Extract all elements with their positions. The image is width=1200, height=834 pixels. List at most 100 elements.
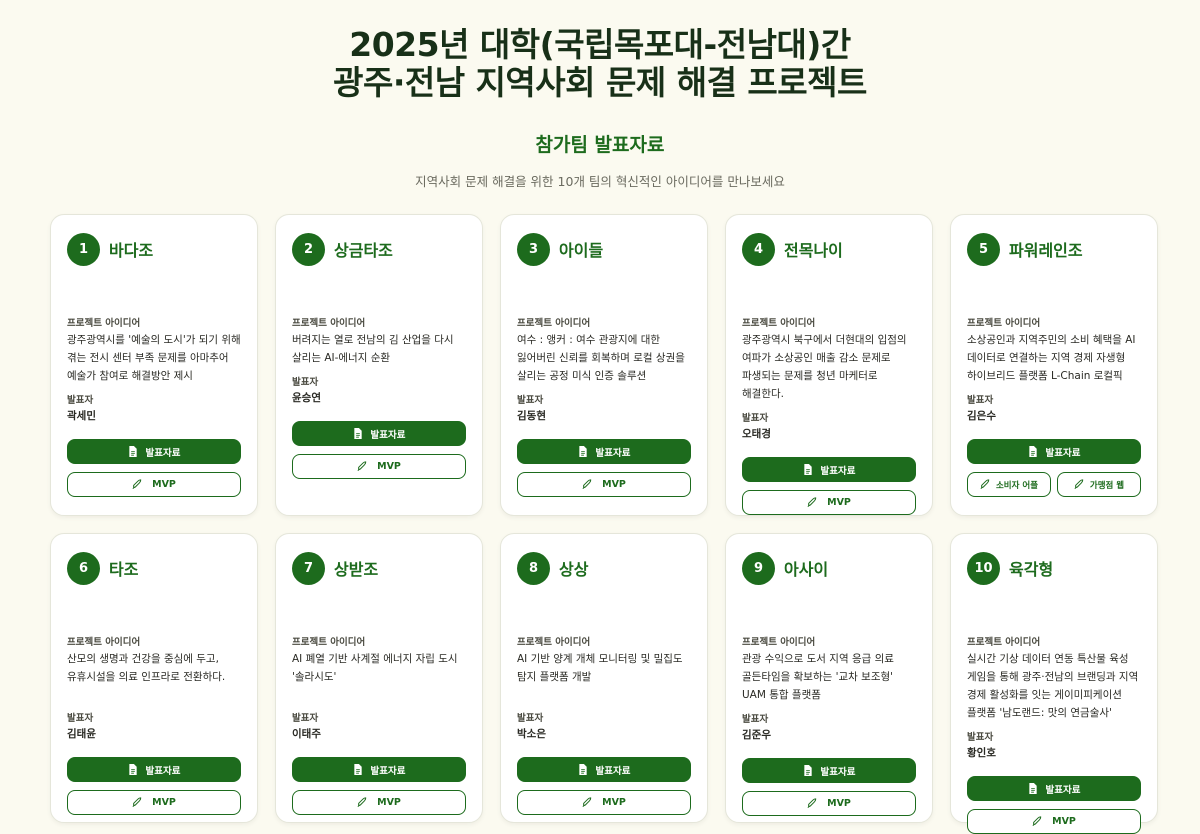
slides-button[interactable]: 발표자료	[742, 457, 916, 482]
mvp-button-label: MVP	[152, 479, 176, 490]
team-number-badge: 7	[292, 551, 325, 585]
document-icon	[578, 446, 588, 457]
team-name: 바다조	[109, 241, 154, 260]
idea-label: 프로젝트 아이디어	[742, 318, 816, 329]
idea-label: 프로젝트 아이디어	[67, 637, 141, 648]
team-number-badge: 9	[742, 551, 775, 585]
slides-button[interactable]: 발표자료	[67, 757, 241, 782]
team-card: 2 상금타조 프로젝트 아이디어 버려지는 열로 전남의 김 산업을 다시 살리…	[275, 214, 483, 516]
page-description: 지역사회 문제 해결을 위한 10개 팀의 혁신적인 아이디어를 만나보세요	[415, 174, 785, 189]
presenter-label: 발표자	[67, 395, 94, 406]
mvp-merchant-web-label: 가맹점 웹	[1089, 480, 1125, 491]
slides-button-label: 발표자료	[820, 465, 856, 477]
rocket-icon	[980, 479, 990, 490]
presenter-label: 발표자	[742, 413, 769, 424]
slides-button-label: 발표자료	[595, 765, 631, 777]
card-header: 5 파워레인조	[967, 232, 1141, 266]
presenter-name: 황인호	[967, 747, 996, 759]
document-icon	[128, 764, 138, 775]
slides-button[interactable]: 발표자료	[292, 421, 466, 446]
rocket-icon	[807, 497, 817, 508]
presenter-label: 발표자	[517, 395, 544, 406]
mvp-merchant-web-button[interactable]: 가맹점 웹	[1057, 472, 1141, 497]
slides-button-label: 발표자료	[595, 447, 631, 459]
slides-button[interactable]: 발표자료	[517, 757, 691, 782]
team-name: 육각형	[1009, 560, 1054, 579]
rocket-icon	[1032, 816, 1042, 827]
team-card: 9 아사이 프로젝트 아이디어 관광 수익으로 도서 지역 응급 의료 골든타임…	[725, 533, 933, 823]
idea-text: 관광 수익으로 도서 지역 응급 의료 골든타임을 확보하는 '교차 보조형' …	[742, 653, 894, 701]
idea-text: AI 폐열 기반 사계절 에너지 자립 도시 '솔라시도'	[292, 653, 458, 683]
page-header: 2025년 대학(국립목포대-전남대)간 광주·전남 지역사회 문제 해결 프로…	[0, 26, 1200, 190]
presenter-label: 발표자	[292, 377, 319, 388]
presenter-label: 발표자	[67, 713, 94, 724]
mvp-button[interactable]: MVP	[292, 454, 466, 479]
card-header: 3 아이들	[517, 232, 691, 266]
mvp-consumer-app-button[interactable]: 소비자 어플	[967, 472, 1051, 497]
presenter-name: 김은수	[967, 410, 996, 422]
team-name: 타조	[109, 560, 139, 579]
mvp-button[interactable]: MVP	[967, 809, 1141, 834]
mvp-button[interactable]: MVP	[67, 472, 241, 497]
team-number-badge: 3	[517, 232, 550, 266]
idea-text: 실시간 기상 데이터 연동 특산물 육성 게임을 통해 광주·전남의 브랜딩과 …	[967, 653, 1139, 719]
slides-button[interactable]: 발표자료	[67, 439, 241, 464]
team-grid: 1 바다조 프로젝트 아이디어 광주광역시를 '예술의 도시'가 되기 위해 겪…	[50, 214, 1158, 834]
slides-button[interactable]: 발표자료	[742, 758, 916, 783]
card-header: 7 상받조	[292, 551, 466, 585]
mvp-button-label: MVP	[602, 479, 626, 490]
presenter-name: 곽세민	[67, 410, 96, 422]
presenter-name: 박소은	[517, 728, 546, 740]
idea-label: 프로젝트 아이디어	[292, 637, 366, 648]
slides-button[interactable]: 발표자료	[967, 439, 1141, 464]
page-title-line1: 2025년 대학(국립목포대-전남대)간	[349, 25, 851, 64]
team-name: 아사이	[784, 560, 829, 579]
team-name: 상상	[559, 560, 589, 579]
idea-label: 프로젝트 아이디어	[742, 637, 816, 648]
presenter-label: 발표자	[967, 395, 994, 406]
presenter-name: 오태경	[742, 428, 771, 440]
mvp-button[interactable]: MVP	[742, 791, 916, 816]
presenter-name: 김준우	[742, 729, 771, 741]
mvp-button-label: MVP	[827, 798, 851, 809]
document-icon	[578, 764, 588, 775]
idea-label: 프로젝트 아이디어	[967, 318, 1041, 329]
team-number-badge: 8	[517, 551, 550, 585]
team-card: 4 전목나이 프로젝트 아이디어 광주광역시 북구에서 더현대의 입점의 여파가…	[725, 214, 933, 516]
card-header: 8 상상	[517, 551, 691, 585]
slides-button-label: 발표자료	[820, 766, 856, 778]
team-number-badge: 5	[967, 232, 1000, 266]
idea-text: 산모의 생명과 건강을 중심에 두고, 유휴시설을 의료 인프라로 전환하다.	[67, 653, 226, 683]
card-header: 4 전목나이	[742, 232, 916, 266]
idea-label: 프로젝트 아이디어	[67, 318, 141, 329]
idea-text: 광주광역시를 '예술의 도시'가 되기 위해 겪는 전시 센터 부족 문제를 아…	[67, 334, 241, 382]
document-icon	[1028, 446, 1038, 457]
document-icon	[353, 428, 363, 439]
mvp-button[interactable]: MVP	[742, 490, 916, 515]
slides-button-label: 발표자료	[370, 429, 406, 441]
slides-button[interactable]: 발표자료	[292, 757, 466, 782]
team-name: 상받조	[334, 560, 379, 579]
idea-label: 프로젝트 아이디어	[517, 318, 591, 329]
slides-button[interactable]: 발표자료	[517, 439, 691, 464]
document-icon	[353, 764, 363, 775]
team-name: 아이들	[559, 241, 604, 260]
idea-text: 광주광역시 북구에서 더현대의 입점의 여파가 소상공인 매출 감소 문제로 파…	[742, 334, 907, 400]
team-number-badge: 10	[967, 551, 1000, 585]
mvp-button[interactable]: MVP	[517, 472, 691, 497]
rocket-icon	[132, 479, 142, 490]
document-icon	[803, 765, 813, 776]
presenter-name: 김동현	[517, 410, 546, 422]
mvp-button-label: MVP	[377, 461, 401, 472]
document-icon	[1028, 783, 1038, 794]
card-header: 6 타조	[67, 551, 241, 585]
mvp-consumer-app-label: 소비자 어플	[995, 480, 1039, 491]
document-icon	[803, 464, 813, 475]
slides-button[interactable]: 발표자료	[967, 776, 1141, 801]
team-name: 상금타조	[334, 241, 393, 260]
idea-text: 여수 : 앵커 : 여수 관광지에 대한 잃어버린 신뢰를 회복하며 로컬 상권…	[517, 334, 685, 382]
card-header: 10 육각형	[967, 551, 1141, 585]
idea-text: 버려지는 열로 전남의 김 산업을 다시 살리는 AI-에너지 순환	[292, 334, 454, 364]
team-number-badge: 6	[67, 551, 100, 585]
page-subtitle: 참가팀 발표자료	[535, 134, 665, 156]
